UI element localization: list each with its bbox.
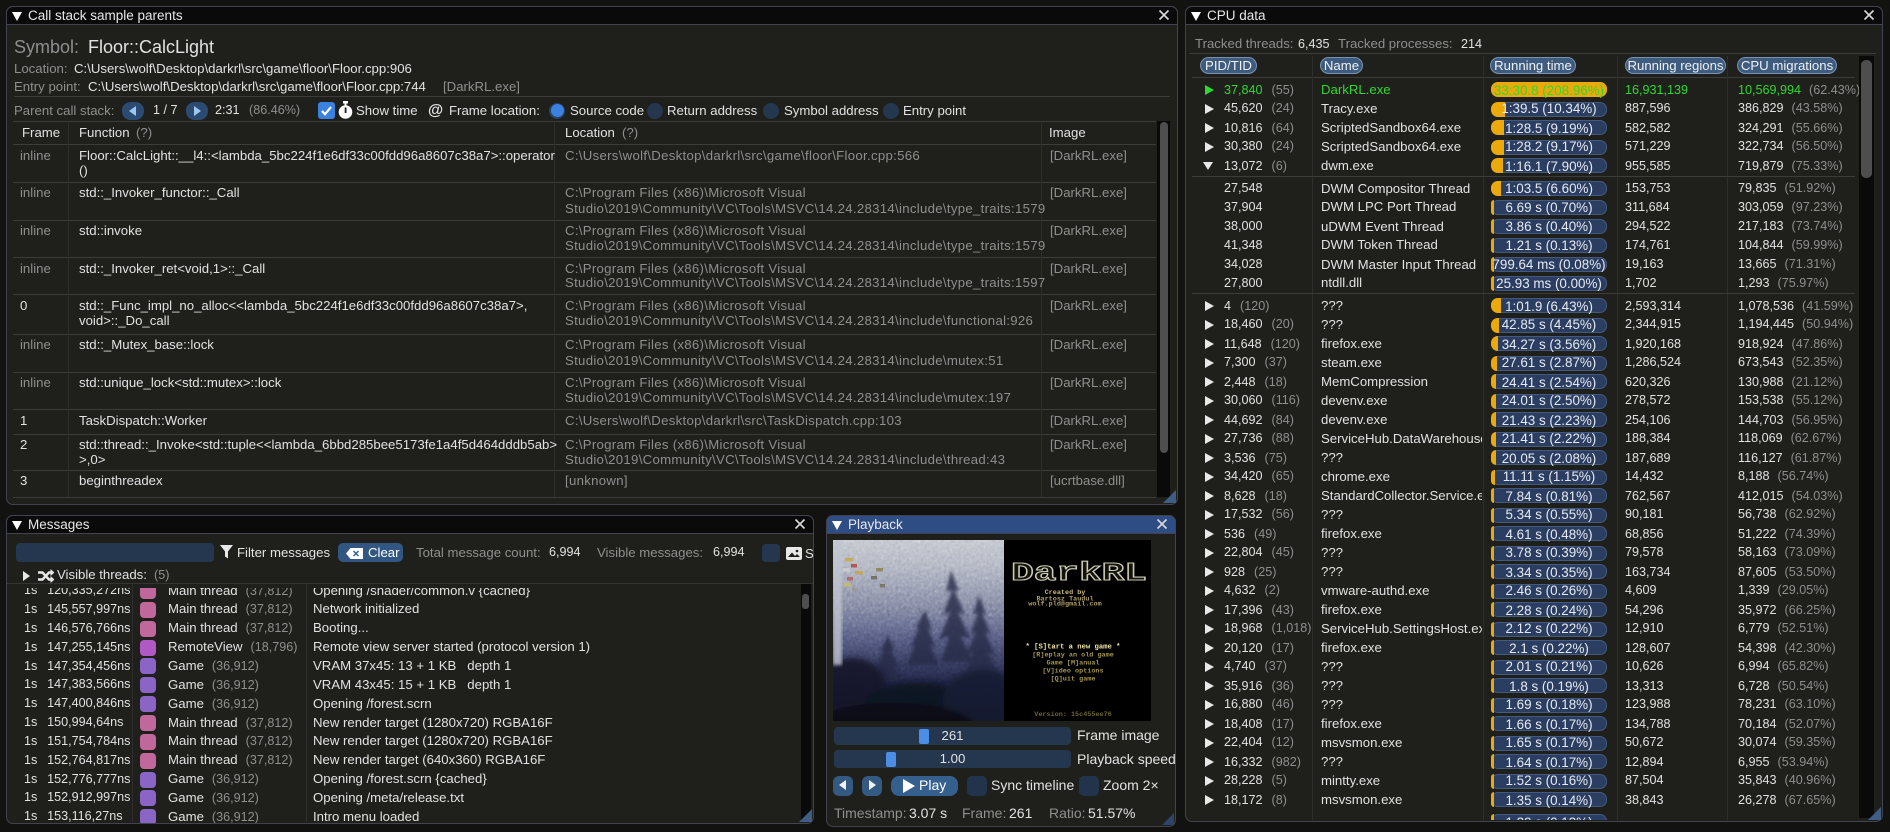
svg-text:wolf.pld@gmail.com: wolf.pld@gmail.com xyxy=(1028,601,1101,609)
svg-text:[Q]uit game: [Q]uit game xyxy=(1051,676,1096,684)
svg-text:DarkRL: DarkRL xyxy=(1011,558,1147,588)
svg-text:* [S]tart a new game *: * [S]tart a new game * xyxy=(1026,644,1121,652)
svg-text:[V]ideo options: [V]ideo options xyxy=(1042,668,1103,676)
svg-text:[R]eplay an old game: [R]eplay an old game xyxy=(1032,652,1114,660)
svg-text:Game [M]anual: Game [M]anual xyxy=(1046,660,1099,668)
svg-text:Version: 15c455ee76: Version: 15c455ee76 xyxy=(1034,711,1112,719)
